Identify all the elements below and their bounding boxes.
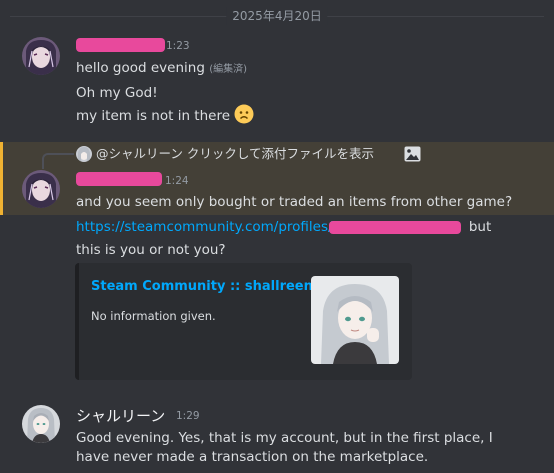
avatar-image [22,405,60,443]
embed-thumbnail[interactable] [311,276,399,364]
message-line: Good evening. Yes, that is my account, b… [76,430,493,446]
thumbnail-image [311,276,399,364]
reply-avatar [76,146,92,162]
author-name[interactable]: シャルリーン [76,405,165,426]
message-text: my item is not in there [76,104,254,125]
message-line: this is you or not you? [76,242,226,258]
message-timestamp: 1:23 [166,40,190,52]
message-timestamp: 1:29 [176,410,200,422]
message-line: have never made a transaction on the mar… [76,449,429,465]
message-line: hello good evening [76,60,205,76]
reply-text[interactable]: @シャルリーン クリックして添付ファイルを表示 [96,145,374,163]
embed-description: No information given. [91,309,216,323]
message-line: but [464,219,492,235]
avatar[interactable] [22,170,60,208]
frowning-face-icon[interactable] [234,104,254,124]
link-embed: Steam Community :: shallreen No informat… [75,263,412,380]
avatar-image [22,37,60,75]
date-divider: 2025年4月20日 [0,7,554,25]
message-text: hello good evening (編集済) [76,59,247,79]
image-icon[interactable] [404,146,421,162]
redacted-link-id [329,221,461,234]
edited-label: (編集済) [209,64,248,75]
reply-connector [42,153,74,169]
message-line: my item is not in there [76,108,231,124]
redacted-username [76,38,165,52]
message-timestamp: 1:24 [165,175,189,187]
date-label: 2025年4月20日 [226,7,328,25]
avatar[interactable] [22,405,60,443]
message-line: Oh my God! [76,85,158,101]
message-line: and you seem only bought or traded an it… [76,194,513,210]
reply-avatar-image [76,146,92,162]
avatar[interactable] [22,37,60,75]
highlight-bar [0,142,3,215]
embed-title[interactable]: Steam Community :: shallreen [91,279,313,294]
redacted-username [76,172,162,186]
profile-link[interactable]: https://steamcommunity.com/profiles/ [76,219,333,235]
avatar-image [22,170,60,208]
